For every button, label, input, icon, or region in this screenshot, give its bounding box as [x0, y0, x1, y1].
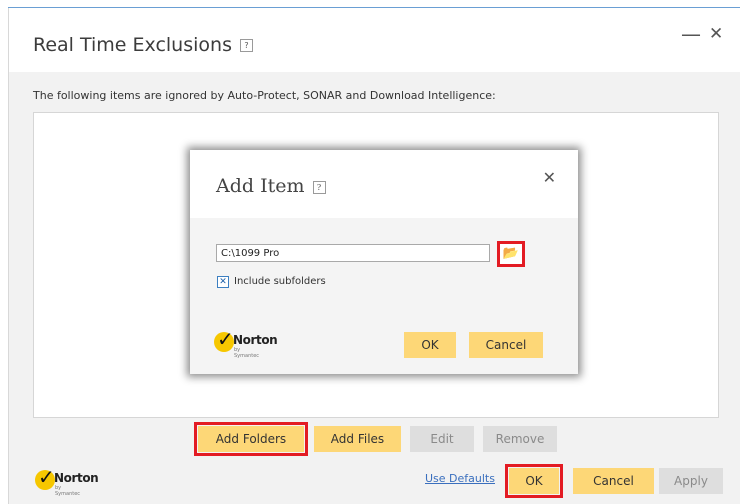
window-header: Real Time Exclusions? — ✕: [9, 8, 740, 72]
add-item-dialog-header: Add Item? ✕: [190, 150, 578, 218]
include-subfolders-checkbox[interactable]: ✕: [217, 276, 229, 288]
minimize-icon[interactable]: —: [681, 22, 701, 46]
exclusions-description: The following items are ignored by Auto-…: [33, 89, 496, 102]
help-icon[interactable]: ?: [239, 39, 253, 52]
dialog-close-icon[interactable]: ✕: [543, 168, 556, 187]
dialog-norton-logo-text: Norton: [233, 333, 278, 347]
add-item-dialog-title-text: Add Item: [216, 175, 305, 197]
dialog-ok-button[interactable]: OK: [404, 332, 456, 358]
apply-button[interactable]: Apply: [659, 468, 723, 494]
norton-logo-subtext: by Symantec: [55, 485, 81, 497]
norton-checkmark-icon: ✓: [38, 465, 55, 489]
norton-logo-text: Norton: [54, 471, 99, 485]
browse-folder-icon[interactable]: 📂: [497, 241, 525, 267]
dialog-norton-checkmark-icon: ✓: [217, 327, 234, 351]
add-item-dialog-title: Add Item?: [216, 175, 326, 197]
add-folders-button[interactable]: Add Folders: [194, 422, 308, 456]
dialog-norton-logo-subtext: by Symantec: [234, 347, 260, 359]
use-defaults-link[interactable]: Use Defaults: [425, 472, 495, 485]
include-subfolders-label: Include subfolders: [234, 276, 326, 287]
ok-button[interactable]: OK: [505, 464, 563, 498]
window-title: Real Time Exclusions?: [33, 34, 253, 56]
add-files-button[interactable]: Add Files: [314, 426, 401, 452]
dialog-help-icon[interactable]: ?: [312, 180, 326, 194]
window-title-text: Real Time Exclusions: [33, 34, 232, 56]
close-icon[interactable]: ✕: [709, 24, 723, 44]
real-time-exclusions-window: Real Time Exclusions? — ✕ The following …: [8, 8, 740, 504]
remove-button[interactable]: Remove: [483, 426, 557, 452]
add-item-dialog: Add Item? ✕ 📂 ✕ Include subfolders ✓ Nor…: [190, 150, 578, 374]
path-input[interactable]: [216, 244, 490, 262]
cancel-button[interactable]: Cancel: [573, 468, 654, 494]
edit-button[interactable]: Edit: [410, 426, 474, 452]
dialog-cancel-button[interactable]: Cancel: [469, 332, 543, 358]
